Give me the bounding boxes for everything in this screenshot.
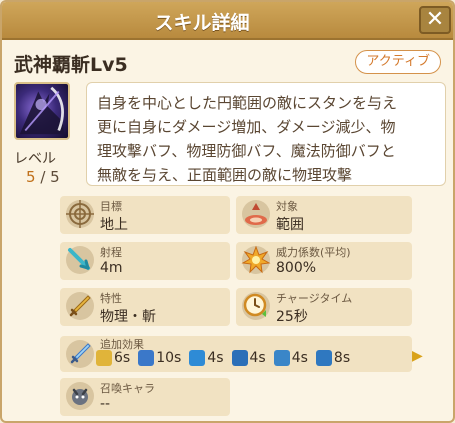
stat-charge: チャージタイム 25秒 xyxy=(236,288,412,326)
title-bar: スキル詳細 ✕ xyxy=(2,2,453,40)
explosion-icon xyxy=(240,244,272,276)
summon-icon xyxy=(64,380,96,412)
description-line: 更に自身にダメージ増加、ダメージ減少、物 xyxy=(97,118,396,136)
clock-icon xyxy=(240,290,272,322)
stat-object-value: 範囲 xyxy=(276,217,304,233)
effect-item[interactable]: 10s xyxy=(138,350,181,366)
target-icon xyxy=(64,198,96,230)
close-button[interactable]: ✕ xyxy=(419,6,451,34)
effect-item[interactable]: 4s xyxy=(273,350,308,366)
effects-next-arrow-icon[interactable]: ▶ xyxy=(412,348,423,364)
phys-atk-up-icon xyxy=(231,350,248,366)
effect-item[interactable]: 6s xyxy=(96,350,130,366)
sword-icon xyxy=(64,290,96,322)
stat-trait-value: 物理・斬 xyxy=(100,309,156,325)
description-line: 無敵を与え、正面範囲の敵に物理攻撃 xyxy=(97,166,353,184)
effect-item[interactable]: 8s xyxy=(315,350,350,366)
level-max: / 5 xyxy=(40,168,60,186)
stat-charge-value: 25秒 xyxy=(276,309,308,325)
effect-item[interactable]: 4s xyxy=(231,350,266,366)
window-title: スキル詳細 xyxy=(154,12,250,34)
description-line: 自身を中心とした円範囲の敵にスタンを与え xyxy=(97,94,398,112)
skill-detail-panel: スキル詳細 ✕ 武神覇斬Lv5 アクティブ レベル 5 / 5 自身を中心とした… xyxy=(0,0,455,423)
additional-effects: 追加効果 6s 10s 4s 4s 4s 8s xyxy=(60,336,412,372)
stat-charge-label: チャージタイム xyxy=(276,292,353,305)
effect-sword-icon xyxy=(64,338,96,370)
stat-trait: 特性 物理・斬 xyxy=(60,288,230,326)
range-icon xyxy=(64,244,96,276)
stat-power: 威力係数(平均) 800% xyxy=(236,242,412,280)
skill-name: 武神覇斬Lv5 xyxy=(14,54,128,76)
skill-type-badge: アクティブ xyxy=(355,50,441,74)
level-current: 5 xyxy=(26,168,36,186)
effects-list: 6s 10s 4s 4s 4s 8s xyxy=(96,350,354,366)
level-value: 5 / 5 xyxy=(26,168,60,186)
stat-power-label: 威力係数(平均) xyxy=(276,246,351,259)
stat-range: 射程 4m xyxy=(60,242,230,280)
effect-item[interactable]: 4s xyxy=(189,350,224,366)
stat-range-value: 4m xyxy=(100,260,123,276)
skill-description: 自身を中心とした円範囲の敵にスタンを与え 更に自身にダメージ増加、ダメージ減少、… xyxy=(86,82,446,186)
description-line: 理攻撃バフ、物理防御バフ、魔法防御バフと xyxy=(97,142,396,160)
stat-object: 対象 範囲 xyxy=(236,196,412,234)
stat-power-value: 800% xyxy=(276,260,317,276)
level-label: レベル xyxy=(14,151,56,167)
stat-object-label: 対象 xyxy=(276,200,298,213)
stat-target-label: 目標 xyxy=(100,200,122,213)
area-icon xyxy=(240,198,272,230)
stat-range-label: 射程 xyxy=(100,246,122,259)
stat-summon: 召喚キャラ -- xyxy=(60,378,230,416)
stat-summon-value: -- xyxy=(100,396,111,412)
stat-target-value: 地上 xyxy=(100,217,128,233)
invincible-icon xyxy=(315,350,332,366)
stun-icon xyxy=(96,350,112,366)
damage-up-icon xyxy=(138,350,155,366)
stat-target: 目標 地上 xyxy=(60,196,230,234)
skill-icon xyxy=(14,82,70,140)
stat-summon-label: 召喚キャラ xyxy=(100,382,155,395)
damage-down-icon xyxy=(189,350,206,366)
phys-def-up-icon xyxy=(273,350,290,366)
stat-trait-label: 特性 xyxy=(100,292,122,305)
